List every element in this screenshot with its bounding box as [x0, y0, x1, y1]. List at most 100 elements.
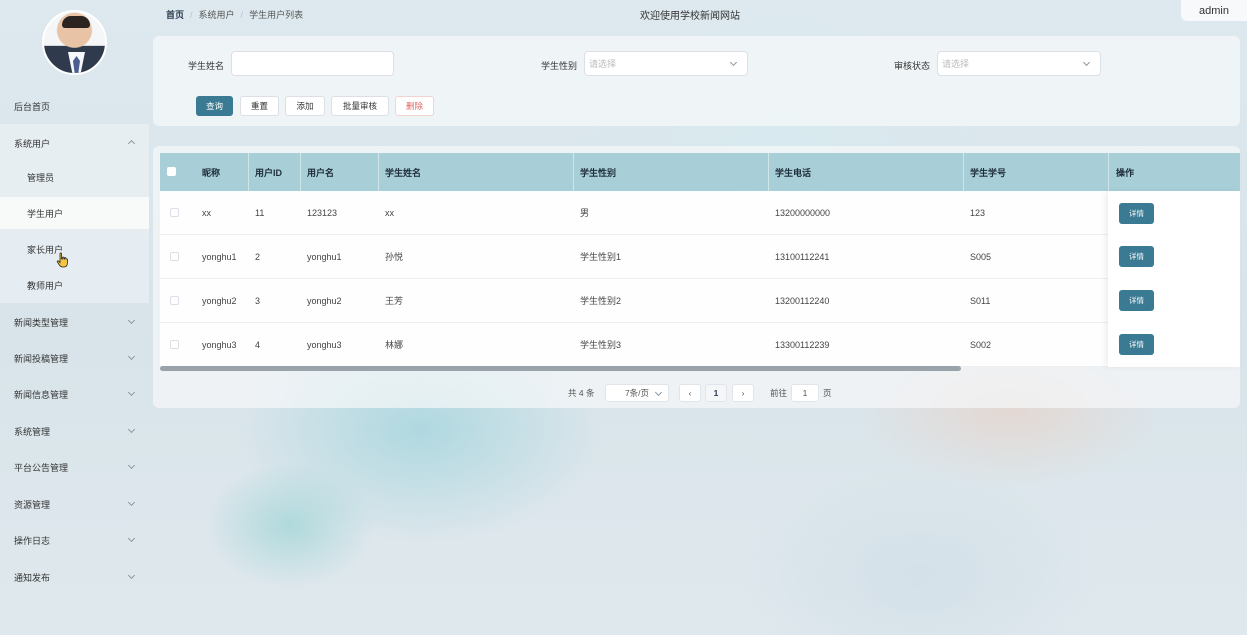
column-header[interactable]: 学生性别: [580, 153, 616, 191]
query-button[interactable]: 查询: [196, 96, 233, 116]
cell-username: 123123: [307, 207, 338, 218]
fixed-operation-column: 详情 详情 详情 详情: [1108, 191, 1240, 367]
user-menu[interactable]: admin: [1181, 0, 1247, 21]
cell-username: yonghu1: [307, 251, 342, 262]
sidebar-group-news-info[interactable]: 新闻信息管理: [0, 380, 149, 408]
cell-student-phone: 13200112240: [775, 295, 830, 306]
cell-student-phone: 13200000000: [775, 207, 831, 218]
chevron-right-icon: ›: [741, 388, 745, 398]
detail-button[interactable]: 详情: [1119, 290, 1154, 311]
horizontal-scrollbar[interactable]: [160, 366, 961, 371]
sidebar-item-label: 系统管理: [14, 426, 51, 437]
cell-user-id: 4: [255, 339, 261, 350]
sidebar-group-news-submissions[interactable]: 新闻投稿管理: [0, 344, 149, 372]
breadcrumb: 首页 / 系统用户 / 学生用户列表: [166, 8, 303, 21]
delete-button[interactable]: 删除: [395, 96, 434, 116]
table-row[interactable]: yonghu3 4 yonghu3 林娜 学生性别3 13300112239 S…: [160, 323, 1240, 367]
student-gender-label: 学生性别: [541, 61, 578, 71]
goto-page-input[interactable]: 1: [791, 384, 819, 402]
select-placeholder: 请选择: [942, 59, 970, 69]
detail-button[interactable]: 详情: [1119, 203, 1154, 224]
row-checkbox[interactable]: [170, 208, 179, 217]
cell-student-gender: 学生性别1: [580, 252, 622, 262]
chevron-down-icon: [129, 463, 135, 469]
row-checkbox[interactable]: [170, 252, 179, 261]
avatar[interactable]: [42, 10, 107, 75]
sidebar-item-label: 平台公告管理: [14, 462, 69, 473]
row-checkbox[interactable]: [170, 340, 179, 349]
sidebar-group-news-types[interactable]: 新闻类型管理: [0, 308, 149, 336]
chevron-down-icon: [129, 318, 135, 324]
cell-username: yonghu3: [307, 339, 342, 350]
cell-student-number: S011: [970, 295, 991, 306]
next-page-button[interactable]: ›: [732, 384, 754, 402]
cell-student-phone: 13300112239: [775, 339, 830, 350]
add-button[interactable]: 添加: [285, 96, 325, 116]
sidebar-group-operation-logs[interactable]: 操作日志: [0, 526, 149, 554]
sidebar-item-label: 新闻类型管理: [14, 317, 69, 328]
batch-review-button[interactable]: 批量审核: [331, 96, 389, 116]
cell-user-id: 3: [255, 295, 261, 306]
page-number-current[interactable]: 1: [705, 384, 727, 402]
sidebar-item-label: 操作日志: [14, 535, 51, 546]
table-row[interactable]: xx 11 123123 xx 男 13200000000 123: [160, 191, 1240, 235]
prev-page-button[interactable]: ‹: [679, 384, 701, 402]
breadcrumb-separator: /: [190, 9, 193, 20]
sidebar-group-system-users[interactable]: 系统用户: [0, 129, 149, 157]
sidebar-group-announcements[interactable]: 平台公告管理: [0, 453, 149, 481]
cell-nickname: yonghu1: [202, 251, 237, 262]
sidebar-item-label: 新闻投稿管理: [14, 353, 69, 364]
table-row[interactable]: yonghu1 2 yonghu1 孙悦 学生性别1 13100112241 S…: [160, 235, 1240, 279]
column-header[interactable]: 学生学号: [970, 153, 1006, 191]
sidebar-item-teacher-users[interactable]: 教师用户: [0, 271, 149, 299]
site-title: 欢迎使用学校新闻网站: [640, 11, 740, 22]
sidebar-item-parent-users[interactable]: 家长用户: [0, 235, 149, 263]
review-status-label: 审核状态: [894, 61, 931, 71]
breadcrumb-current: 学生用户列表: [249, 10, 304, 20]
chevron-down-icon: [129, 390, 135, 396]
cell-student-name: 林娜: [385, 340, 404, 350]
select-all-checkbox[interactable]: [167, 167, 176, 176]
cell-student-name: 王芳: [385, 296, 404, 306]
table-header: 昵称 用户ID 用户名 学生姓名 学生性别 学生电话 学生学号 操作: [160, 153, 1240, 191]
hand-cursor-icon: [56, 252, 68, 268]
sidebar-item-label: 教师用户: [27, 280, 64, 291]
sidebar-group-resources[interactable]: 资源管理: [0, 490, 149, 518]
sidebar-group-system-admin[interactable]: 系统管理: [0, 417, 149, 445]
cell-nickname: xx: [202, 207, 211, 218]
table-row[interactable]: yonghu2 3 yonghu2 王芳 学生性别2 13200112240 S…: [160, 279, 1240, 323]
row-checkbox[interactable]: [170, 296, 179, 305]
cell-user-id: 2: [255, 251, 261, 262]
page-suffix-label: 页: [823, 387, 832, 398]
detail-button[interactable]: 详情: [1119, 334, 1154, 355]
cell-student-number: S005: [970, 251, 992, 262]
cell-student-phone: 13100112241: [775, 251, 830, 262]
chevron-down-icon: [129, 427, 135, 433]
sidebar-item-admin[interactable]: 管理员: [0, 163, 149, 191]
student-gender-select[interactable]: 请选择: [584, 51, 748, 76]
sidebar-group-notifications[interactable]: 通知发布: [0, 563, 149, 591]
cell-student-gender: 男: [580, 208, 590, 218]
chevron-down-icon: [129, 354, 135, 360]
student-name-input[interactable]: [231, 51, 394, 76]
goto-label: 前往: [770, 387, 788, 398]
column-header: 操作: [1116, 167, 1135, 178]
select-placeholder: 请选择: [589, 59, 617, 69]
column-header[interactable]: 学生电话: [775, 153, 811, 191]
column-header[interactable]: 学生姓名: [385, 153, 421, 191]
sidebar-item-label: 系统用户: [14, 138, 51, 149]
breadcrumb-home[interactable]: 首页: [166, 8, 184, 21]
cell-user-id: 11: [255, 207, 265, 218]
chevron-up-icon: [129, 139, 135, 145]
detail-button[interactable]: 详情: [1119, 246, 1154, 267]
page-size-select[interactable]: 7条/页: [605, 384, 669, 402]
sidebar-item-label: 资源管理: [14, 499, 51, 510]
reset-button[interactable]: 重置: [240, 96, 279, 116]
page-size-value: 7条/页: [624, 388, 650, 398]
review-status-select[interactable]: 请选择: [937, 51, 1101, 76]
column-header[interactable]: 昵称: [202, 153, 220, 191]
column-header[interactable]: 用户名: [307, 153, 334, 191]
column-header[interactable]: 用户ID: [255, 153, 282, 191]
sidebar-item-home[interactable]: 后台首页: [0, 92, 149, 120]
sidebar-item-student-users[interactable]: 学生用户: [0, 197, 149, 229]
